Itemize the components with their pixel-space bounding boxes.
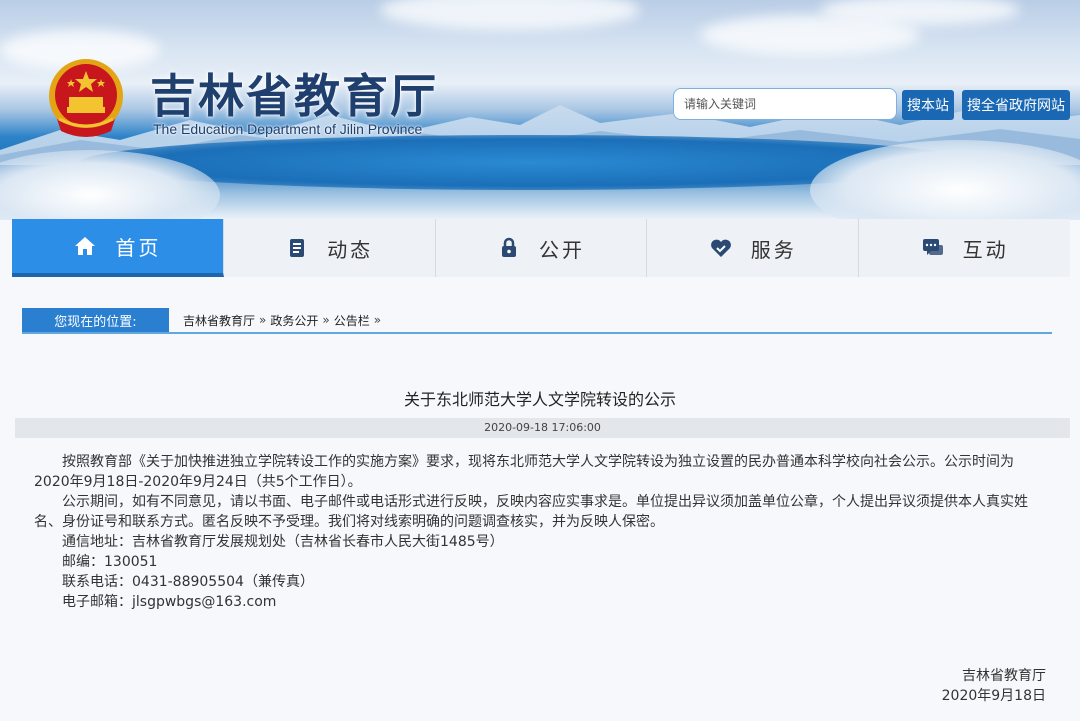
breadcrumb-path: 吉林省教育厅 » 政务公开 » 公告栏 » [169,308,381,332]
breadcrumb-link-bulletin[interactable]: 公告栏 [334,312,370,329]
nav-item-label: 动态 [327,237,374,262]
article-title: 关于东北师范大学人文学院转设的公示 [403,390,676,409]
signature-date: 2020年9月18日 [941,688,1046,704]
national-emblem-icon [49,59,123,137]
search-input[interactable] [673,88,897,120]
nav-item-label: 服务 [750,237,797,262]
nav-item-service[interactable]: 服务 [647,219,860,277]
nav-item-news[interactable]: 动态 [223,219,436,277]
chat-icon [922,239,943,255]
site-subtitle: The Education Department of Jilin Provin… [153,121,423,137]
article-paragraph: 公示期间，如有不同意见，请以书面、电子邮件或电话形式进行反映，反映内容应实事求是… [34,494,1028,530]
nav-item-label: 互动 [962,237,1009,262]
breadcrumb-separator: » [373,313,382,327]
nav-item-interact[interactable]: 互动 [859,219,1070,277]
lock-icon [501,237,516,257]
article-date: 2020-09-18 17:06:00 [15,418,1070,438]
nav-item-label: 首页 [115,235,162,260]
contact-phone: 联系电话：0431-88905504（兼传真） [62,574,314,590]
article-body: 按照教育部《关于加快推进独立学院转设工作的实施方案》要求，现将东北师范大学人文学… [34,452,1049,612]
main-nav: 首页 动态 公开 服务 互动 [12,219,1070,277]
contact-address: 通信地址：吉林省教育厅发展规划处（吉林省长春市人民大街1485号） [62,534,504,550]
document-icon [290,239,305,257]
site-title: 吉林省教育厅 [150,69,438,123]
nav-item-public[interactable]: 公开 [435,219,648,277]
breadcrumb-link-gov-affairs[interactable]: 政务公开 [270,312,318,329]
signature: 吉林省教育厅 2020年9月18日 [942,666,1046,706]
contact-email: 电子邮箱：jlsgpwbgs@163.com [62,594,277,610]
contact-postcode: 邮编：130051 [62,554,158,570]
article-paragraph: 按照教育部《关于加快推进独立学院转设工作的实施方案》要求，现将东北师范大学人文学… [34,454,1014,490]
search-site-button[interactable]: 搜本站 [902,90,954,120]
nav-item-home[interactable]: 首页 [12,219,224,277]
handshake-heart-icon [710,239,731,257]
breadcrumb-link-home[interactable]: 吉林省教育厅 [183,312,255,329]
breadcrumb-label: 您现在的位置: [22,308,169,332]
home-icon [75,237,96,255]
signature-org: 吉林省教育厅 [962,668,1046,684]
search-gov-button[interactable]: 搜全省政府网站 [962,90,1070,120]
nav-item-label: 公开 [538,237,585,262]
breadcrumb: 您现在的位置: 吉林省教育厅 » 政务公开 » 公告栏 » [22,308,1052,334]
breadcrumb-separator: » [322,313,330,327]
breadcrumb-separator: » [259,313,267,327]
